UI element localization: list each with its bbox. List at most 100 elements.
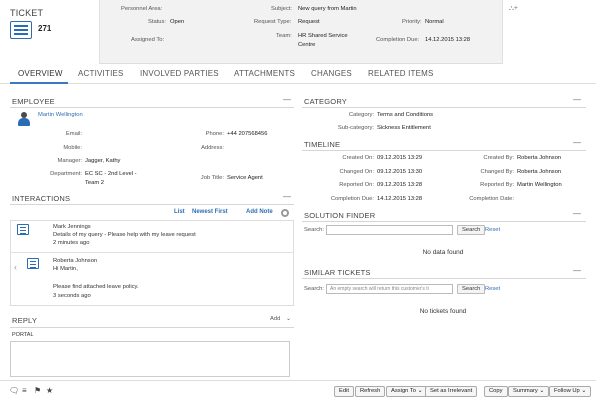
timeline-collapse-icon[interactable]: — xyxy=(573,138,581,147)
interaction-text-line2: Please find attached leave policy. xyxy=(53,284,139,290)
list-view-link[interactable]: List xyxy=(174,209,185,215)
solution-empty-text: No data found xyxy=(422,249,464,256)
assigned-to-label: Assigned To: xyxy=(131,37,165,43)
reply-add-chevron-icon[interactable]: ⌄ xyxy=(286,315,291,323)
tab-overview[interactable]: OVERVIEW xyxy=(18,69,63,78)
subject-value: New query from Martin xyxy=(298,6,357,12)
category-divider xyxy=(302,107,586,108)
similar-search-button[interactable]: Search xyxy=(457,284,486,294)
note-icon xyxy=(27,258,39,269)
interactions-collapse-icon[interactable]: — xyxy=(283,192,291,201)
ticket-label: TICKET xyxy=(10,8,44,18)
employee-divider xyxy=(10,107,294,108)
interaction-separator xyxy=(10,252,294,253)
tab-involved-parties[interactable]: INVOLVED PARTIES xyxy=(140,69,219,78)
manager-value: Jagger, Kathy xyxy=(85,158,121,164)
status-value: Open xyxy=(170,19,185,25)
solution-search-button[interactable]: Search xyxy=(457,225,486,235)
mobile-label: Mobile: xyxy=(63,145,82,151)
flag-icon[interactable]: ⚑ xyxy=(34,386,41,395)
category-collapse-icon[interactable]: — xyxy=(573,95,581,104)
interactions-section-title: INTERACTIONS xyxy=(12,194,71,203)
interactions-divider xyxy=(10,204,294,205)
interaction-time: 2 minutes ago xyxy=(53,240,90,246)
changed-by-label: Changed By: xyxy=(480,169,514,175)
edit-button[interactable]: Edit xyxy=(334,386,354,397)
similar-tickets-collapse-icon[interactable]: — xyxy=(573,266,581,275)
employee-name-link[interactable]: Martin Wellington xyxy=(38,112,83,118)
interaction-text: Details of my query - Please help with m… xyxy=(53,232,196,238)
reply-add-link[interactable]: Add xyxy=(270,315,280,323)
priority-label: Priority: xyxy=(402,19,422,25)
phone-label: Phone: xyxy=(205,131,224,137)
job-title-label: Job Title: xyxy=(200,175,224,181)
tab-activities[interactable]: ACTIVITIES xyxy=(78,69,124,78)
category-label: Category: xyxy=(348,112,374,118)
tab-attachments[interactable]: ATTACHMENTS xyxy=(234,69,295,78)
department-value-line2: Team 2 xyxy=(85,180,105,186)
tab-related-items[interactable]: RELATED ITEMS xyxy=(368,69,434,78)
subject-label: Subject: xyxy=(271,6,292,12)
assign-to-button[interactable]: Assign To ⌄ xyxy=(386,386,428,397)
solution-finder-collapse-icon[interactable]: — xyxy=(573,209,581,218)
created-by-label: Created By: xyxy=(483,155,514,161)
department-value-line1: EC SC - 2nd Level - xyxy=(85,171,137,177)
ticket-id-panel: TICKET 271 xyxy=(0,0,100,64)
settings-gear-icon[interactable] xyxy=(281,209,289,217)
copy-button[interactable]: Copy xyxy=(484,386,508,397)
completion-due-value: 14.12.2015 13:28 xyxy=(377,196,423,202)
set-irrelevant-button[interactable]: Set as Irrelevant xyxy=(425,386,478,397)
completion-date-label: Completion Date: xyxy=(469,196,514,202)
ticket-icon xyxy=(10,21,32,39)
department-label: Department: xyxy=(50,171,82,177)
note-icon xyxy=(17,224,29,235)
interaction-author[interactable]: Mark Jennings xyxy=(53,223,91,231)
follow-up-button[interactable]: Follow Up ⌄ xyxy=(549,386,592,397)
tag-add-icon[interactable]: ⛬+ xyxy=(509,5,518,13)
active-tab-indicator xyxy=(10,82,68,84)
header-tools: ⛬+ xyxy=(502,0,596,64)
newest-first-link[interactable]: Newest First xyxy=(192,209,228,215)
reported-on-value: 09.12.2015 13:28 xyxy=(377,182,423,188)
portal-label: PORTAL xyxy=(12,332,34,338)
solution-finder-title: SOLUTION FINDER xyxy=(304,211,376,220)
created-on-label: Created On: xyxy=(342,155,374,161)
solution-search-input[interactable] xyxy=(326,225,453,235)
solution-search-label: Search: xyxy=(304,227,324,233)
reported-by-label: Reported By: xyxy=(480,182,514,188)
team-value-line2: Centre xyxy=(298,42,316,48)
changed-on-value: 09.12.2015 13:30 xyxy=(377,169,423,175)
interaction-text-line1: Hi Martin, xyxy=(53,266,78,272)
chevron-left-icon[interactable]: ‹ xyxy=(14,262,17,272)
employee-collapse-icon[interactable]: — xyxy=(283,95,291,104)
comment-icon[interactable]: 🗨 xyxy=(9,386,19,395)
interaction-author[interactable]: Roberta Johnson xyxy=(53,257,97,265)
solution-finder-divider xyxy=(302,221,586,222)
interaction-time: 3 seconds ago xyxy=(53,293,91,299)
reported-by-value: Martin Wellington xyxy=(517,182,562,188)
similar-search-input[interactable]: An empty search will return this custome… xyxy=(326,284,453,294)
request-type-label: Request Type: xyxy=(254,19,292,25)
feed-icon[interactable]: ≡ xyxy=(22,386,27,395)
category-section-title: CATEGORY xyxy=(304,97,347,106)
reply-textarea[interactable] xyxy=(10,341,290,377)
add-note-link[interactable]: Add Note xyxy=(246,209,273,215)
phone-value: +44 207568456 xyxy=(227,131,268,137)
similar-reset-link[interactable]: Reset xyxy=(485,286,500,292)
solution-reset-link[interactable]: Reset xyxy=(485,227,500,233)
changed-by-value: Roberta Johnson xyxy=(517,169,562,175)
star-icon[interactable]: ★ xyxy=(46,386,53,395)
changed-on-label: Changed On: xyxy=(339,169,374,175)
reported-on-label: Reported On: xyxy=(339,182,374,188)
job-title-value: Service Agent xyxy=(227,175,263,181)
summary-button[interactable]: Summary ⌄ xyxy=(508,386,550,397)
status-label: Status: xyxy=(148,19,167,25)
similar-empty-text: No tickets found xyxy=(419,308,467,315)
request-type-value: Request xyxy=(298,19,320,25)
address-label: Address: xyxy=(201,145,224,151)
tab-changes[interactable]: CHANGES xyxy=(311,69,352,78)
timeline-section-title: TIMELINE xyxy=(304,140,341,149)
team-label: Team: xyxy=(276,33,292,39)
refresh-button[interactable]: Refresh xyxy=(355,386,386,397)
subcategory-value: Sickness Entitlement xyxy=(377,125,431,131)
